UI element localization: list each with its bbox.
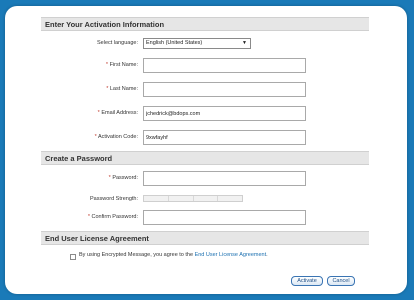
- required-marker: *: [105, 62, 109, 68]
- last-name-label: * Last Name:: [106, 86, 138, 92]
- email-field[interactable]: [143, 106, 306, 121]
- chevron-down-icon: ▼: [242, 40, 247, 46]
- activation-card: [5, 6, 407, 294]
- language-select[interactable]: English (United States) ▼: [143, 38, 251, 49]
- eula-checkbox[interactable]: [70, 254, 76, 260]
- confirm-password-label: * Confirm Password:: [87, 214, 138, 220]
- activate-button[interactable]: Activate: [291, 276, 323, 286]
- required-marker: *: [108, 175, 111, 181]
- eula-link[interactable]: End User License Agreement: [195, 252, 267, 258]
- cancel-button[interactable]: Cancel: [327, 276, 355, 286]
- confirm-password-field[interactable]: [143, 210, 306, 225]
- required-marker: *: [106, 86, 109, 92]
- last-name-field[interactable]: [143, 82, 306, 97]
- language-select-value: English (United States): [146, 40, 203, 46]
- section-header-eula: End User License Agreement: [41, 231, 369, 245]
- first-name-label: * First Name:: [105, 62, 138, 68]
- language-label: Select language:: [97, 40, 138, 46]
- password-field[interactable]: [143, 171, 306, 186]
- activation-code-field[interactable]: [143, 130, 306, 145]
- strength-segment: [193, 196, 219, 201]
- required-marker: *: [87, 214, 90, 220]
- section-header-password: Create a Password: [41, 151, 369, 165]
- strength-segment: [168, 196, 194, 201]
- required-marker: *: [97, 110, 100, 116]
- section-header-activation: Enter Your Activation Information: [41, 17, 369, 31]
- strength-segment: [144, 196, 169, 201]
- strength-segment: [218, 196, 242, 201]
- password-strength-meter: [143, 195, 243, 202]
- password-strength-label: Password Strength:: [90, 196, 138, 202]
- first-name-field[interactable]: [143, 58, 306, 73]
- eula-agree-text: By using Encrypted Message, you agree to…: [79, 252, 268, 258]
- password-label: * Password:: [108, 175, 138, 181]
- activation-code-label: * Activation Code:: [94, 134, 138, 140]
- required-marker: *: [94, 134, 97, 140]
- email-label: * Email Address:: [97, 110, 138, 116]
